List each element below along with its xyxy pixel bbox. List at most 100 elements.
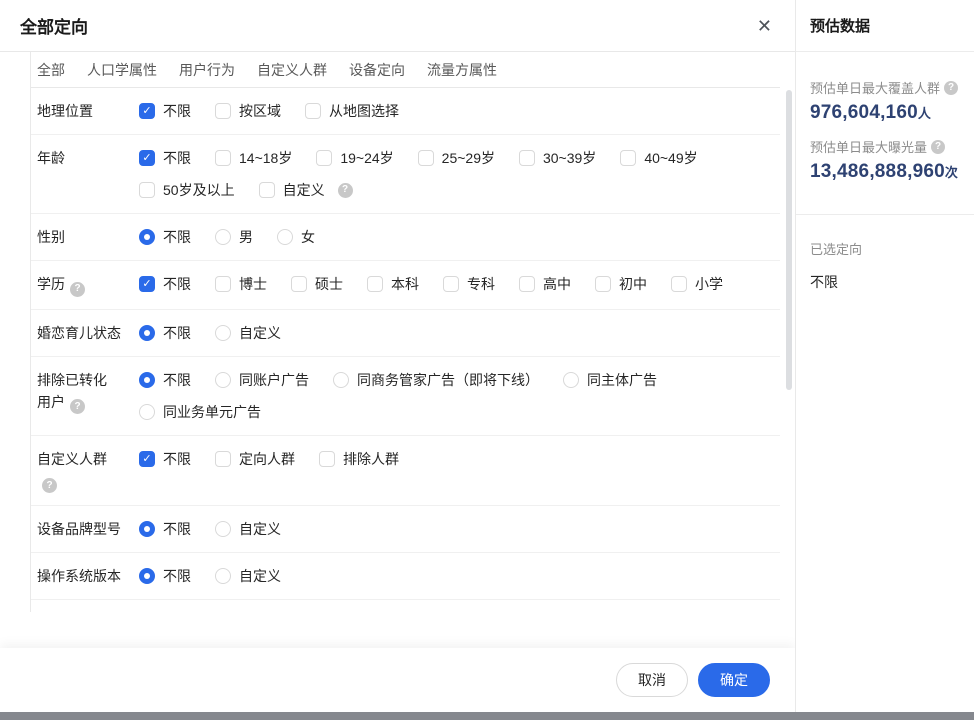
help-icon-custom-audience[interactable]: ? <box>42 478 57 493</box>
checked-radio-icon[interactable] <box>139 568 155 584</box>
row-label-device-brand-model: 设备品牌型号 <box>37 518 127 540</box>
tab-all[interactable]: 全部 <box>37 60 65 80</box>
exclude-converted-users-option-2[interactable]: 同商务管家广告（即将下线） <box>333 369 539 391</box>
checkbox-icon[interactable] <box>671 276 687 292</box>
help-icon-metric-daily-max-reach[interactable]: ? <box>944 81 958 95</box>
geo-location-option-1[interactable]: 按区域 <box>215 100 281 122</box>
age-option-2[interactable]: 19~24岁 <box>316 147 393 169</box>
age-option-3[interactable]: 25~29岁 <box>418 147 495 169</box>
option-label: 专科 <box>467 273 495 295</box>
gender-option-2[interactable]: 女 <box>277 226 315 248</box>
checkbox-icon[interactable] <box>595 276 611 292</box>
confirm-button[interactable]: 确定 <box>698 663 770 697</box>
exclude-converted-users-option-4[interactable]: 同业务单元广告 <box>139 401 261 423</box>
exclude-converted-users-option-1[interactable]: 同账户广告 <box>215 369 309 391</box>
marriage-parenting-option-1[interactable]: 自定义 <box>215 322 281 344</box>
checkbox-icon[interactable] <box>519 276 535 292</box>
checkbox-icon[interactable] <box>215 150 231 166</box>
education-option-0[interactable]: ✓不限 <box>139 273 191 295</box>
checkbox-icon[interactable] <box>215 276 231 292</box>
scrollbar-thumb[interactable] <box>786 90 792 390</box>
tab-demographics[interactable]: 人口学属性 <box>87 60 157 80</box>
option-label: 不限 <box>163 226 191 248</box>
option-label: 博士 <box>239 273 267 295</box>
geo-location-option-2[interactable]: 从地图选择 <box>305 100 399 122</box>
education-option-4[interactable]: 专科 <box>443 273 495 295</box>
radio-icon[interactable] <box>215 325 231 341</box>
checkbox-icon[interactable] <box>367 276 383 292</box>
age-option-1[interactable]: 14~18岁 <box>215 147 292 169</box>
custom-audience-option-0[interactable]: ✓ 不限 <box>139 448 191 470</box>
checkbox-icon[interactable] <box>316 150 332 166</box>
radio-icon[interactable] <box>215 229 231 245</box>
option-label: 不限 <box>163 448 191 470</box>
help-icon-metric-daily-max-impressions[interactable]: ? <box>931 140 945 154</box>
checked-radio-icon[interactable] <box>139 372 155 388</box>
exclude-converted-users-option-0[interactable]: 不限 <box>139 369 191 391</box>
age-option-7[interactable]: 自定义? <box>259 179 353 201</box>
custom-audience-option-1[interactable]: 定向人群 <box>215 448 295 470</box>
checkbox-icon[interactable] <box>519 150 535 166</box>
checkbox-icon[interactable] <box>215 103 231 119</box>
close-icon[interactable]: ✕ <box>757 17 772 35</box>
education-option-2[interactable]: 硕士 <box>291 273 343 295</box>
geo-location-option-0[interactable]: ✓不限 <box>139 100 191 122</box>
checkbox-icon[interactable] <box>305 103 321 119</box>
education-option-6[interactable]: 初中 <box>595 273 647 295</box>
options-age: ✓不限 14~18岁 19~24岁 25~29岁 30~39岁 40~49岁 50岁及以上 自… <box>139 147 780 201</box>
checked-checkbox-icon[interactable]: ✓ <box>139 150 155 166</box>
tab-custom-audience[interactable]: 自定义人群 <box>257 60 327 80</box>
tab-device-targeting[interactable]: 设备定向 <box>349 60 405 80</box>
exclude-converted-users-option-3[interactable]: 同主体广告 <box>563 369 657 391</box>
age-option-4[interactable]: 30~39岁 <box>519 147 596 169</box>
age-option-5[interactable]: 40~49岁 <box>620 147 697 169</box>
checkbox-icon[interactable] <box>443 276 459 292</box>
cancel-button[interactable]: 取消 <box>616 663 688 697</box>
checkbox-icon[interactable] <box>319 451 335 467</box>
gender-option-0[interactable]: 不限 <box>139 226 191 248</box>
os-version-option-0[interactable]: 不限 <box>139 565 191 587</box>
checkbox-icon[interactable] <box>291 276 307 292</box>
checked-radio-icon[interactable] <box>139 521 155 537</box>
radio-icon[interactable] <box>277 229 293 245</box>
checkbox-icon[interactable] <box>418 150 434 166</box>
targeting-rows: 地理位置✓不限按区域从地图选择年龄✓不限14~18岁19~24岁25~29岁30… <box>31 88 795 612</box>
radio-icon[interactable] <box>215 521 231 537</box>
education-option-3[interactable]: 本科 <box>367 273 419 295</box>
help-icon-age-option-7[interactable]: ? <box>338 183 353 198</box>
radio-icon[interactable] <box>215 568 231 584</box>
help-icon-education[interactable]: ? <box>70 282 85 297</box>
checkbox-icon[interactable] <box>620 150 636 166</box>
help-icon-exclude-converted-users[interactable]: ? <box>70 399 85 414</box>
education-option-7[interactable]: 小学 <box>671 273 723 295</box>
checked-checkbox-icon[interactable]: ✓ <box>139 451 155 467</box>
option-label: 30~39岁 <box>543 147 596 169</box>
age-option-6[interactable]: 50岁及以上 <box>139 179 235 201</box>
os-version-option-1[interactable]: 自定义 <box>215 565 281 587</box>
option-label: 25~29岁 <box>442 147 495 169</box>
modal-footer: 取消 确定 <box>0 648 795 712</box>
option-label: 本科 <box>391 273 419 295</box>
tab-traffic-attributes[interactable]: 流量方属性 <box>427 60 497 80</box>
education-option-5[interactable]: 高中 <box>519 273 571 295</box>
custom-audience-option-2[interactable]: 排除人群 <box>319 448 399 470</box>
checked-checkbox-icon[interactable]: ✓ <box>139 103 155 119</box>
education-option-1[interactable]: 博士 <box>215 273 267 295</box>
tab-user-behavior[interactable]: 用户行为 <box>179 60 235 80</box>
radio-icon[interactable] <box>215 372 231 388</box>
age-option-0[interactable]: ✓不限 <box>139 147 191 169</box>
radio-icon[interactable] <box>139 404 155 420</box>
checkbox-icon[interactable] <box>139 182 155 198</box>
checkbox-icon[interactable] <box>259 182 275 198</box>
checked-checkbox-icon[interactable]: ✓ <box>139 276 155 292</box>
checked-radio-icon[interactable] <box>139 229 155 245</box>
marriage-parenting-option-0[interactable]: 不限 <box>139 322 191 344</box>
checkbox-icon[interactable] <box>215 451 231 467</box>
device-brand-model-option-0[interactable]: 不限 <box>139 518 191 540</box>
gender-option-1[interactable]: 男 <box>215 226 253 248</box>
radio-icon[interactable] <box>333 372 349 388</box>
modal-title: 全部定向 <box>20 13 88 38</box>
checked-radio-icon[interactable] <box>139 325 155 341</box>
device-brand-model-option-1[interactable]: 自定义 <box>215 518 281 540</box>
radio-icon[interactable] <box>563 372 579 388</box>
